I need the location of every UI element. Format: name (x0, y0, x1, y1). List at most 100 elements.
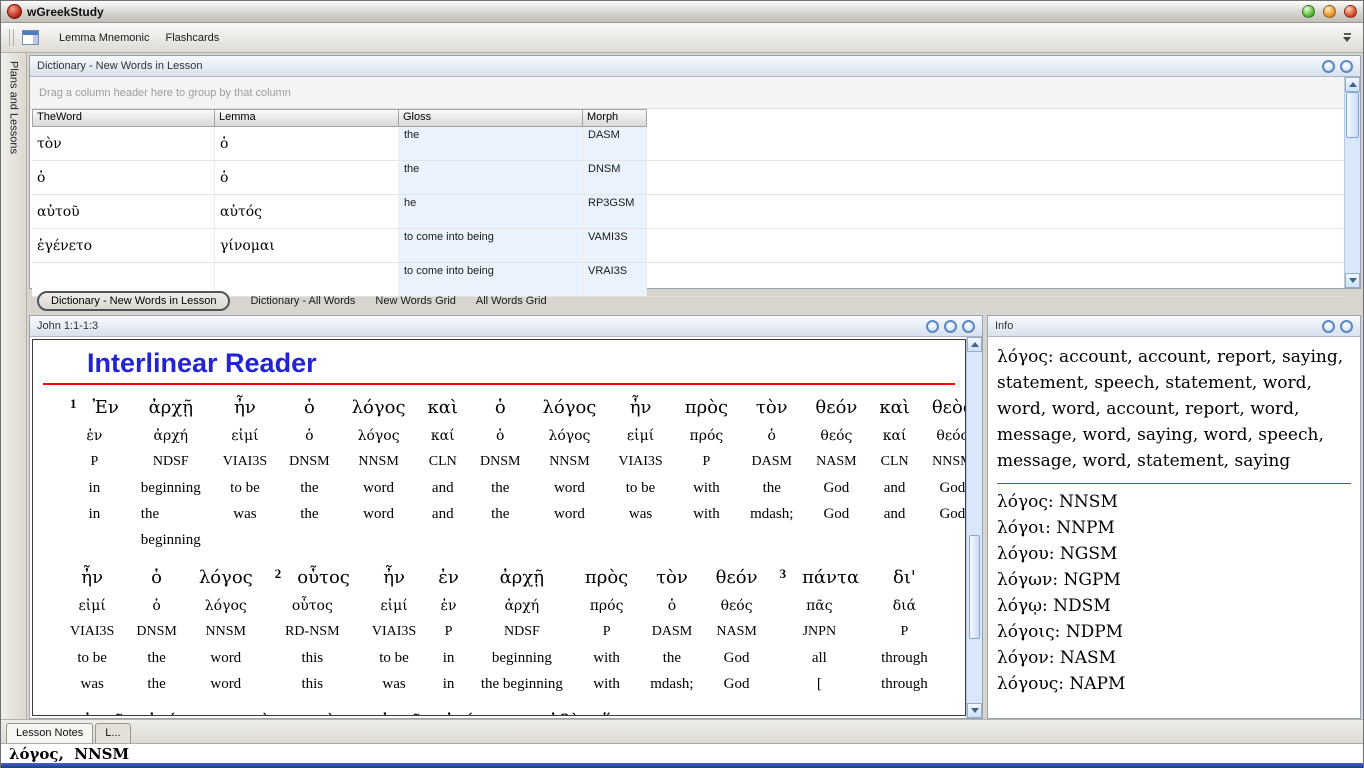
interlinear-word[interactable]: ὁὁDNSMthethe (278, 397, 340, 553)
scroll-up-button[interactable] (1345, 77, 1360, 92)
greek-word[interactable]: λόγος (352, 397, 406, 423)
interlinear-word[interactable]: ἦνεἰμίVIAI3Sto bewas (607, 397, 673, 553)
dictionary-scrollbar[interactable] (1344, 77, 1360, 288)
greek-word[interactable]: λόγος (199, 567, 253, 593)
window-button-minimize[interactable] (1302, 5, 1315, 18)
group-by-area[interactable]: Drag a column header here to group by th… (30, 77, 1344, 109)
greek-word[interactable]: αὐτοῦ (70, 711, 125, 716)
column-header-gloss[interactable]: Gloss (399, 109, 583, 127)
sidebar-tab-plans-and-lessons[interactable]: Plans and Lessons (1, 53, 27, 719)
scroll-thumb[interactable] (969, 535, 980, 639)
greek-word[interactable]: τὸν (656, 567, 688, 593)
interlinear-word[interactable]: λόγοςλόγοςNNSMwordword (188, 567, 264, 697)
greek-word[interactable]: καὶ (240, 711, 270, 716)
interlinear-word[interactable]: ἀρχῇἀρχήNDSFbeginningthe beginning (130, 397, 212, 553)
interlinear-word[interactable]: ἀρχῇἀρχήNDSFbeginningthe beginning (470, 567, 574, 697)
interlinear-word[interactable]: τὸνὁDASMthemdash; (639, 567, 704, 697)
table-row[interactable]: ἐγένετογίνομαιto come into beingVAMI3S (32, 229, 1344, 263)
greek-word[interactable]: 1Ἐν (70, 397, 119, 423)
layout-icon[interactable] (22, 30, 39, 45)
interlinear-word[interactable]: λόγοςλόγοςNNSMwordword (531, 397, 607, 553)
toolbar-grip[interactable] (9, 29, 14, 46)
greek-word[interactable]: χωρὶς (292, 711, 345, 716)
interlinear-word[interactable]: πρὸςπρόςPwithwith (574, 567, 639, 697)
panel-close-button[interactable] (1340, 60, 1353, 73)
interlinear-word[interactable]: ὁὁDNSMthethe (469, 397, 531, 553)
menu-lemma-mnemonic[interactable]: Lemma Mnemonic (51, 28, 157, 48)
interlinear-word[interactable]: καὶ (229, 711, 281, 716)
interlinear-word[interactable]: αὐτοῦ (356, 711, 433, 716)
interlinear-word[interactable]: καὶκαίCLNandand (868, 397, 920, 553)
greek-word[interactable]: ὁ (495, 397, 506, 423)
interlinear-word[interactable]: τὸνὁDASMthemdash; (739, 397, 804, 553)
panel-options-button[interactable] (926, 320, 939, 333)
tab-all-words-grid[interactable]: All Words Grid (476, 295, 547, 307)
interlinear-word[interactable]: 3πάνταπᾶςJNPNall[ (769, 567, 871, 697)
tab-dictionary-all-words[interactable]: Dictionary - All Words (250, 295, 355, 307)
greek-word[interactable]: ἦν (81, 567, 103, 593)
greek-word[interactable]: τὸν (756, 397, 788, 423)
interlinear-word[interactable]: 1ἘνἐνPinin (59, 397, 130, 553)
tab-lesson-notes[interactable]: Lesson Notes (6, 723, 93, 743)
interlinear-word[interactable]: ἦνεἰμίVIAI3Sto bewas (59, 567, 125, 697)
greek-word[interactable]: ἐγένετο (444, 711, 515, 716)
panel-maximize-button[interactable] (1322, 320, 1335, 333)
interlinear-word[interactable]: ἦνεἰμίVIAI3Sto bewas (212, 397, 278, 553)
greek-word[interactable]: ἕν (601, 711, 622, 716)
interlinear-word[interactable]: δι'διάPthroughthrough (870, 567, 939, 697)
greek-word[interactable]: 2οὗτος (275, 567, 350, 593)
scroll-thumb[interactable] (1346, 92, 1359, 138)
greek-word[interactable]: ἦν (234, 397, 256, 423)
greek-word[interactable]: ἐν (438, 567, 459, 593)
table-row[interactable]: τὸνὁtheDASM (32, 127, 1344, 161)
interlinear-word[interactable]: λόγοςλόγοςNNSMwordword (341, 397, 417, 553)
greek-word[interactable]: ἀρχῇ (149, 397, 193, 423)
panel-close-button[interactable] (1340, 320, 1353, 333)
interlinear-word[interactable]: ὁὁDNSMthethe (125, 567, 187, 697)
menu-flashcards[interactable]: Flashcards (157, 28, 227, 48)
window-button-close[interactable] (1344, 5, 1357, 18)
window-button-maximize[interactable] (1323, 5, 1336, 18)
scroll-down-button[interactable] (967, 703, 982, 718)
interlinear-word[interactable]: ἦνεἰμίVIAI3Sto bewas (361, 567, 427, 697)
greek-word[interactable]: θεόν (815, 397, 857, 423)
greek-word[interactable]: ὁ (151, 567, 162, 593)
panel-maximize-button[interactable] (1322, 60, 1335, 73)
column-header-lemma[interactable]: Lemma (215, 109, 399, 127)
panel-close-button[interactable] (962, 320, 975, 333)
interlinear-word[interactable]: ἕν (590, 711, 633, 716)
toolbar-overflow-button[interactable] (1337, 31, 1357, 44)
scroll-track[interactable] (967, 352, 982, 703)
table-row[interactable]: ὁὁtheDNSM (32, 161, 1344, 195)
tab-l-truncated[interactable]: L... (95, 723, 130, 743)
greek-word[interactable]: ἦν (383, 567, 405, 593)
greek-word[interactable]: 3πάντα (780, 567, 860, 593)
greek-word[interactable]: καὶ (879, 397, 909, 423)
titlebar[interactable]: wGreekStudy (1, 1, 1363, 23)
greek-word[interactable]: πρὸς (685, 397, 728, 423)
interlinear-word[interactable]: ἐνἐνPinin (427, 567, 470, 697)
interlinear-word[interactable]: θεὸςθεόςNNSMGodGod (921, 397, 966, 553)
interlinear-word[interactable]: θεόνθεόςNASMGodGod (705, 567, 769, 697)
interlinear-word[interactable]: πρὸςπρόςPwithwith (674, 397, 739, 553)
table-row[interactable]: αὐτοῦαὐτόςheRP3GSM (32, 195, 1344, 229)
greek-word[interactable]: ἐγένετο (147, 711, 218, 716)
column-header-morph[interactable]: Morph (583, 109, 647, 127)
greek-word[interactable]: θεόν (716, 567, 758, 593)
panel-maximize-button[interactable] (944, 320, 957, 333)
greek-word[interactable]: καὶ (428, 397, 458, 423)
greek-word[interactable]: λόγος (542, 397, 596, 423)
scroll-down-button[interactable] (1345, 273, 1360, 288)
tab-dictionary-new-words[interactable]: Dictionary - New Words in Lesson (37, 291, 230, 311)
interlinear-word[interactable]: ἐγένετο (433, 711, 526, 716)
scroll-up-button[interactable] (967, 337, 982, 352)
interlinear-word[interactable]: 2οὗτοςοὗτοςRD-NSMthisthis (264, 567, 361, 697)
tab-new-words-grid[interactable]: New Words Grid (375, 295, 455, 307)
reader-scrollbar[interactable] (966, 337, 982, 718)
greek-word[interactable]: αὐτοῦ (367, 711, 422, 716)
column-header-theword[interactable]: TheWord (32, 109, 215, 127)
interlinear-word[interactable]: ἐγένετο (136, 711, 229, 716)
interlinear-word[interactable]: χωρὶς (281, 711, 356, 716)
greek-word[interactable]: ἦν (630, 397, 652, 423)
interlinear-word[interactable]: αὐτοῦ (59, 711, 136, 716)
